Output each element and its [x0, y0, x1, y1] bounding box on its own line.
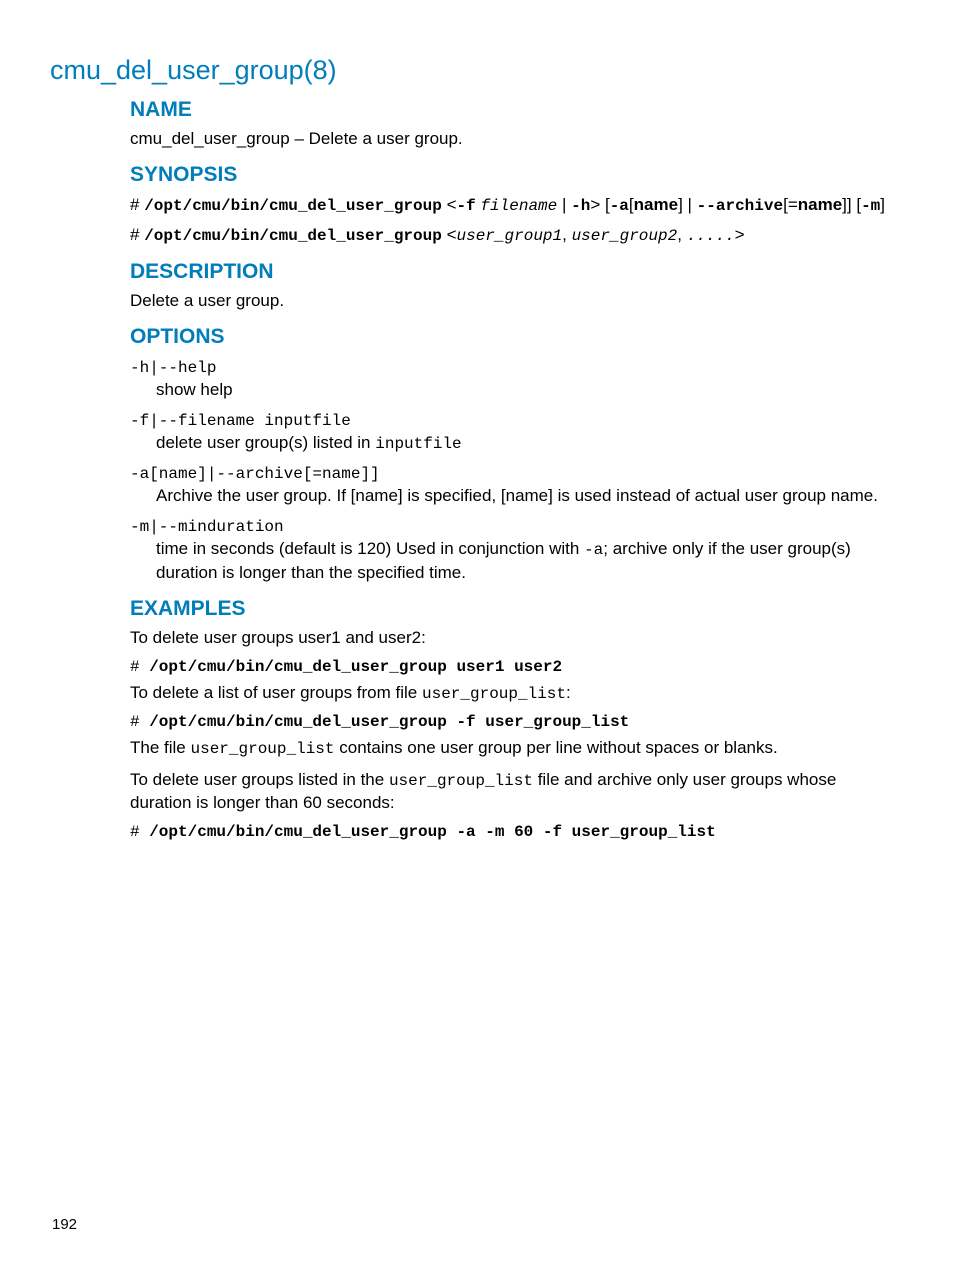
sp: <: [442, 225, 457, 244]
post: contains one user group per line without…: [335, 738, 778, 757]
code: user_group_list: [190, 740, 334, 758]
option-help-desc: show help: [156, 379, 899, 402]
lt: <: [442, 195, 457, 214]
desc-code: -a: [584, 541, 603, 559]
archeq: [=: [783, 195, 798, 214]
aflag: -a: [610, 197, 629, 215]
archname: name: [798, 195, 842, 214]
heading-examples: EXAMPLES: [130, 597, 899, 621]
example-cmd-1: # /opt/cmu/bin/cmu_del_user_group user1 …: [130, 658, 899, 676]
option-file-desc: delete user group(s) listed in inputfile: [156, 432, 899, 456]
content-section: NAME cmu_del_user_group – Delete a user …: [130, 98, 899, 841]
end: >: [735, 225, 745, 244]
end: ]: [880, 195, 885, 214]
desc-pre: time in seconds (default is 120) Used in…: [156, 539, 584, 558]
example-intro-3: To delete user groups listed in the user…: [130, 769, 899, 816]
cmd: /opt/cmu/bin/cmu_del_user_group: [144, 197, 442, 215]
example-cmd-3: # /opt/cmu/bin/cmu_del_user_group -a -m …: [130, 823, 899, 841]
code: user_group_list: [389, 772, 533, 790]
heading-name: NAME: [130, 98, 899, 122]
option-help-term: -h|--help: [130, 359, 899, 377]
pipe: |: [557, 195, 571, 214]
cmd: /opt/cmu/bin/cmu_del_user_group: [144, 227, 442, 245]
pipearch: |: [683, 195, 697, 214]
desc-pre: delete user group(s) listed in: [156, 433, 375, 452]
desc-code: inputfile: [375, 435, 461, 453]
option-mindur-term: -m|--minduration: [130, 518, 899, 536]
heading-options: OPTIONS: [130, 325, 899, 349]
name-text: cmu_del_user_group – Delete a user group…: [130, 128, 899, 151]
post: :: [566, 683, 571, 702]
page-title: cmu_del_user_group(8): [50, 55, 904, 86]
pre: To delete user groups listed in the: [130, 770, 389, 789]
heading-description: DESCRIPTION: [130, 260, 899, 284]
synopsis-line-2: # /opt/cmu/bin/cmu_del_user_group <user_…: [130, 223, 899, 247]
example-intro-2: To delete a list of user groups from fil…: [130, 682, 899, 706]
archive: --archive: [697, 197, 783, 215]
heading-synopsis: SYNOPSIS: [130, 163, 899, 187]
hash: #: [130, 225, 144, 244]
option-file-term: -f|--filename inputfile: [130, 412, 899, 430]
pre: The file: [130, 738, 190, 757]
filename: filename: [480, 197, 557, 215]
archend: ]] [: [842, 195, 861, 214]
ug1: user_group1: [457, 227, 563, 245]
name: name: [634, 195, 678, 214]
man-page: cmu_del_user_group(8) NAME cmu_del_user_…: [0, 0, 954, 841]
example-cmd-2: # /opt/cmu/bin/cmu_del_user_group -f use…: [130, 713, 899, 731]
option-archive-desc: Archive the user group. If [name] is spe…: [156, 485, 899, 508]
option-mindur-desc: time in seconds (default is 120) Used in…: [156, 538, 899, 585]
cmd: /opt/cmu/bin/cmu_del_user_group -f user_…: [149, 713, 629, 731]
c2: ,: [677, 225, 686, 244]
c1: ,: [562, 225, 571, 244]
fflag: -f: [457, 197, 476, 215]
code: user_group_list: [422, 685, 566, 703]
pre: To delete a list of user groups from fil…: [130, 683, 422, 702]
gt: > [: [590, 195, 609, 214]
synopsis-line-1: # /opt/cmu/bin/cmu_del_user_group <-f fi…: [130, 193, 899, 217]
example-note: The file user_group_list contains one us…: [130, 737, 899, 761]
ug2: user_group2: [572, 227, 678, 245]
option-archive-term: -a[name]|--archive[=name]]: [130, 465, 899, 483]
hash: #: [130, 658, 149, 676]
description-text: Delete a user group.: [130, 290, 899, 313]
hash: #: [130, 713, 149, 731]
cmd: /opt/cmu/bin/cmu_del_user_group -a -m 60…: [149, 823, 716, 841]
hflag: -h: [571, 197, 590, 215]
page-number: 192: [52, 1216, 77, 1233]
mflag: -m: [861, 197, 880, 215]
example-intro-1: To delete user groups user1 and user2:: [130, 627, 899, 650]
dots: .....: [687, 227, 735, 245]
cmd: /opt/cmu/bin/cmu_del_user_group user1 us…: [149, 658, 562, 676]
hash: #: [130, 823, 149, 841]
hash: #: [130, 195, 144, 214]
